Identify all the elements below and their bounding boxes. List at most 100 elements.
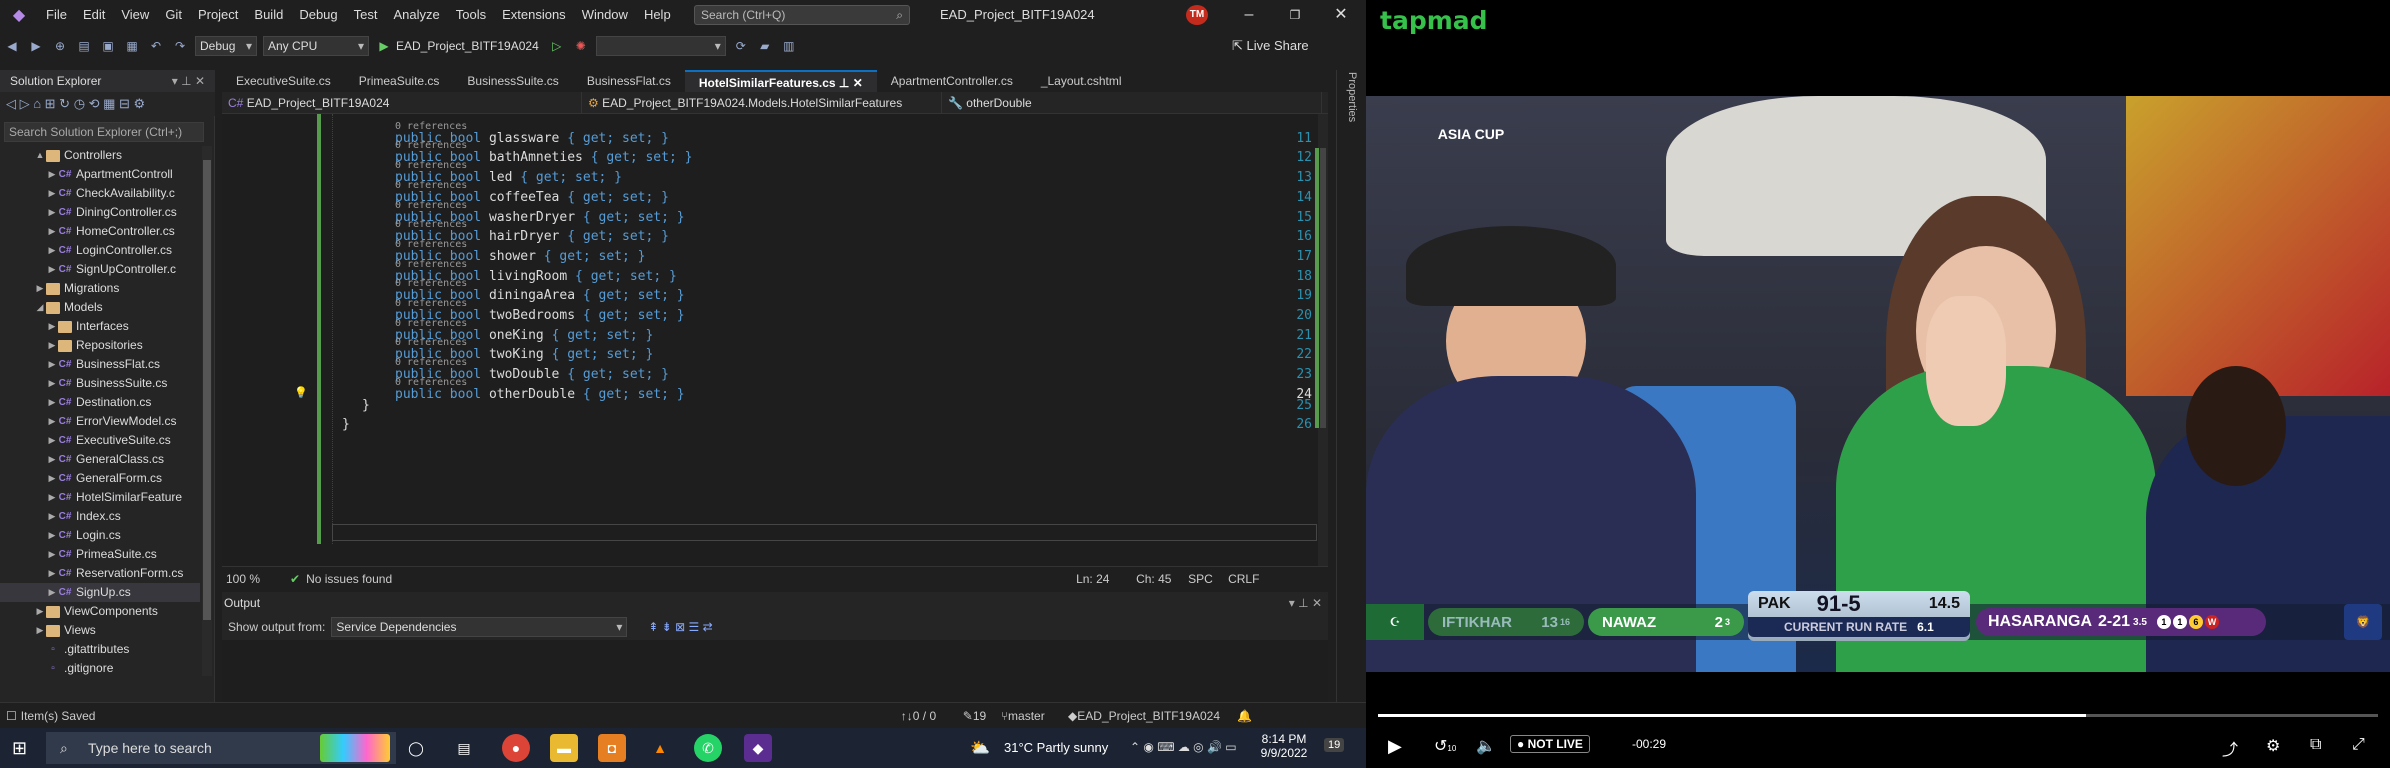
tree-item[interactable]: ▶ C# Destination.cs <box>0 393 200 412</box>
minimize-icon[interactable]: – <box>1226 0 1272 30</box>
menu-extensions[interactable]: Extensions <box>494 0 574 30</box>
avatar[interactable]: TM <box>1186 5 1208 25</box>
expand-icon[interactable]: ▶ <box>46 507 58 526</box>
issues-indicator[interactable]: No issues found <box>306 572 636 586</box>
tray-icons[interactable]: ⌃ ◉ ⌨ ☁ ◎ 🔊 ▭ <box>1130 740 1237 754</box>
branch-name[interactable]: master <box>1008 703 1068 729</box>
folder-icon[interactable]: ▰ <box>756 37 774 55</box>
menu-tools[interactable]: Tools <box>448 0 494 30</box>
video-frame[interactable]: ASIA CUP <box>1366 96 2390 672</box>
document-tab[interactable]: BusinessFlat.cs <box>573 70 685 92</box>
zoom-level[interactable]: 100 % <box>226 572 286 586</box>
volume-icon[interactable]: 🔈 <box>1476 736 1496 756</box>
start-target[interactable]: EAD_Project_BITF19A024 <box>396 39 539 53</box>
tree-item[interactable]: ▶ C# ReservationForm.cs <box>0 564 200 583</box>
start-icon[interactable]: ▶ <box>375 37 393 55</box>
expand-icon[interactable]: ▶ <box>46 526 58 545</box>
tree-item[interactable]: ▶ Migrations <box>0 279 200 298</box>
expand-icon[interactable]: ▶ <box>46 412 58 431</box>
expand-icon[interactable]: ▶ <box>34 279 46 298</box>
platform-combo[interactable]: Any CPU <box>263 36 369 56</box>
expand-icon[interactable]: ▶ <box>46 374 58 393</box>
error-count[interactable]: 0 / 0 <box>913 703 963 729</box>
menu-git[interactable]: Git <box>157 0 190 30</box>
lightbulb-icon[interactable]: 💡 <box>294 386 308 399</box>
back-icon[interactable]: ◀ <box>3 37 21 55</box>
tree-item[interactable]: ▶ C# ExecutiveSuite.cs <box>0 431 200 450</box>
chrome-icon[interactable]: ● <box>502 734 530 762</box>
expand-icon[interactable]: ▶ <box>46 431 58 450</box>
expand-icon[interactable]: ▶ <box>46 241 58 260</box>
open-icon[interactable]: ▤ <box>75 37 93 55</box>
tree-item[interactable]: ▲ Controllers <box>0 146 200 165</box>
tree-item[interactable]: ▶ C# CheckAvailability.c <box>0 184 200 203</box>
document-tab[interactable]: ApartmentController.cs <box>877 70 1027 92</box>
properties-strip[interactable] <box>1336 70 1366 702</box>
expand-icon[interactable]: ◢ <box>34 298 46 317</box>
code-line[interactable]: public bool otherDouble { get; set; } <box>395 387 685 402</box>
new-project-icon[interactable]: ⊕ <box>51 37 69 55</box>
scrollbar-thumb[interactable] <box>203 160 211 620</box>
expand-icon[interactable]: ▶ <box>34 621 46 640</box>
changes-count[interactable]: 19 <box>973 703 1001 729</box>
pip-icon[interactable]: ⧉ <box>2310 736 2321 754</box>
visual-studio-icon[interactable]: ◆ <box>744 734 772 762</box>
expand-icon[interactable]: ▶ <box>46 469 58 488</box>
layout-icon[interactable]: ▥ <box>780 37 798 55</box>
tree-item[interactable]: ▶ C# SignUpController.c <box>0 260 200 279</box>
menu-edit[interactable]: Edit <box>75 0 113 30</box>
menu-file[interactable]: File <box>38 0 75 30</box>
notification-badge[interactable]: 19 <box>1324 738 1345 752</box>
close-icon[interactable]: ▾ ⊥ ✕ <box>1289 592 1322 614</box>
tree-item[interactable]: ▶ Repositories <box>0 336 200 355</box>
tree-item[interactable]: ▶ C# SignUp.cs <box>0 583 200 602</box>
code-line[interactable]: } <box>342 417 350 432</box>
expand-icon[interactable]: ▶ <box>46 203 58 222</box>
notification-icon[interactable]: 🔔 <box>1237 703 1252 729</box>
tree-item[interactable]: ▶ Views <box>0 621 200 640</box>
menu-analyze[interactable]: Analyze <box>385 0 447 30</box>
line-endings[interactable]: CRLF <box>1228 572 1268 586</box>
file-explorer-icon[interactable]: ▬ <box>550 734 578 762</box>
expand-icon[interactable]: ▶ <box>46 336 58 355</box>
tree-item[interactable]: ▶ C# PrimeaSuite.cs <box>0 545 200 564</box>
document-tab[interactable]: HotelSimilarFeatures.cs ⊥ ✕ <box>684 70 877 92</box>
tree-item[interactable]: ▶ Interfaces <box>0 317 200 336</box>
close-tab-icon[interactable]: ⊥ ✕ <box>836 76 863 90</box>
pin-icon[interactable]: ▾ ⊥ ✕ <box>172 70 205 92</box>
tree-item[interactable]: ▫ .gitattributes <box>0 640 200 659</box>
settings-icon[interactable]: ⚙ <box>2266 736 2280 756</box>
document-tab[interactable]: ExecutiveSuite.cs <box>222 70 345 92</box>
save-all-icon[interactable]: ▦ <box>123 37 141 55</box>
document-tab[interactable]: PrimeaSuite.cs <box>345 70 454 92</box>
share-icon[interactable]: ⤴ <box>2222 736 2238 760</box>
member-combo[interactable]: 🔧 otherDouble <box>942 91 1322 114</box>
tree-item[interactable]: ▶ C# ApartmentControll <box>0 165 200 184</box>
start-without-debug-icon[interactable]: ▷ <box>548 37 566 55</box>
live-share-button[interactable]: ⇱ Live Share <box>1232 36 1309 56</box>
tree-item[interactable]: ▶ C# Login.cs <box>0 526 200 545</box>
properties-tab[interactable]: Properties <box>1346 72 1358 122</box>
repo-name[interactable]: EAD_Project_BITF19A024 <box>1077 703 1237 729</box>
refresh-icon[interactable]: ⟳ <box>732 37 750 55</box>
menu-build[interactable]: Build <box>246 0 291 30</box>
expand-icon[interactable]: ▶ <box>46 317 58 336</box>
whitespace-mode[interactable]: SPC <box>1188 572 1228 586</box>
target-combo[interactable] <box>595 36 726 56</box>
weather-text[interactable]: 31°C Partly sunny <box>1004 740 1108 755</box>
document-tab[interactable]: BusinessSuite.cs <box>453 70 572 92</box>
tree-item[interactable]: ▶ C# DiningController.cs <box>0 203 200 222</box>
menu-help[interactable]: Help <box>636 0 679 30</box>
forward-icon[interactable]: ▶ <box>27 37 45 55</box>
task-view-icon[interactable]: ▤ <box>450 734 478 762</box>
menu-test[interactable]: Test <box>346 0 386 30</box>
redo-icon[interactable]: ↷ <box>171 37 189 55</box>
expand-icon[interactable]: ▶ <box>46 260 58 279</box>
expand-icon[interactable]: ▶ <box>34 602 46 621</box>
menu-debug[interactable]: Debug <box>291 0 345 30</box>
hot-reload-icon[interactable]: ✺ <box>572 37 590 55</box>
expand-icon[interactable]: ▶ <box>46 165 58 184</box>
vlc-icon[interactable]: ▲ <box>646 734 674 762</box>
tree-item[interactable]: ▶ C# GeneralForm.cs <box>0 469 200 488</box>
expand-icon[interactable]: ▶ <box>46 564 58 583</box>
